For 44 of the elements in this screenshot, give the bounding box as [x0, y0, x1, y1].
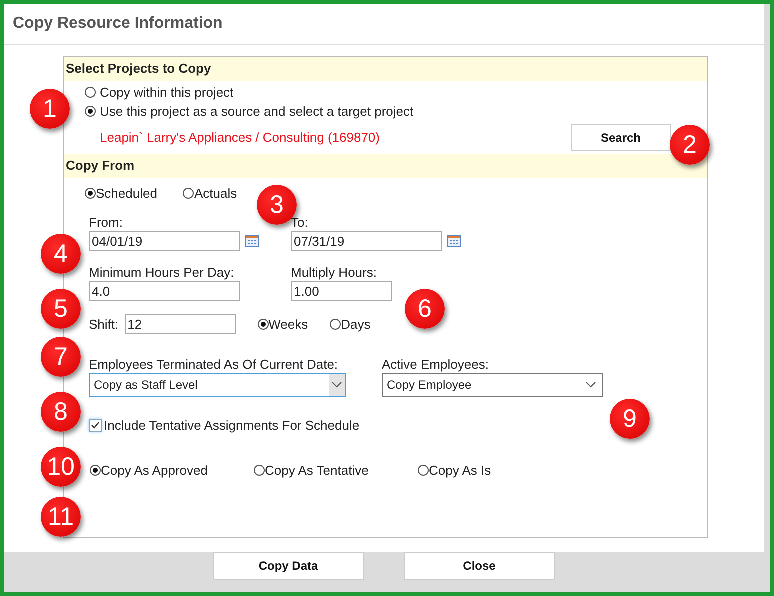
search-button[interactable]: Search — [571, 124, 671, 151]
radio-label: Copy As Approved — [101, 463, 208, 478]
field-label: Multiply Hours: — [291, 265, 378, 280]
radio-button[interactable] — [254, 465, 265, 476]
field-label: From: — [89, 215, 124, 230]
radio-label: Scheduled — [96, 186, 158, 201]
window-title: Copy Resource Information — [13, 15, 223, 33]
radio-label: Copy As Is — [429, 463, 492, 478]
hours-field[interactable]: 4.0 — [89, 281, 240, 301]
section-heading: Copy From — [64, 154, 707, 178]
radio-button[interactable] — [85, 188, 96, 199]
radio-label: Weeks — [268, 316, 308, 332]
radio-button[interactable] — [418, 465, 429, 476]
dialog-button[interactable]: Copy Data — [213, 552, 364, 580]
radio-label: Actuals — [194, 186, 238, 201]
radio-button[interactable] — [90, 465, 101, 476]
radio-button[interactable] — [85, 87, 96, 98]
checkbox[interactable] — [89, 419, 102, 432]
radio-label: Days — [341, 316, 371, 332]
radio-button[interactable] — [85, 106, 96, 117]
multiply-field[interactable]: 1.00 — [291, 281, 392, 301]
date-field[interactable]: 07/31/19 — [291, 231, 442, 251]
field-label: Minimum Hours Per Day: — [89, 265, 236, 280]
radio-label: Copy within this project — [100, 85, 234, 100]
field-label: Shift: — [89, 316, 119, 332]
section-heading: Select Projects to Copy — [64, 57, 707, 81]
target-project: Leapin` Larry's Appliances / Consulting (169870) — [100, 130, 380, 145]
calendar-icon[interactable] — [245, 235, 259, 247]
shift-field[interactable]: 12 — [124, 314, 236, 334]
terminated-dropdown[interactable]: Copy as Staff Level — [89, 373, 346, 397]
active-dropdown[interactable]: Copy Employee — [382, 373, 603, 397]
calendar-icon[interactable] — [447, 235, 461, 247]
field-label: Employees Terminated As Of Current Date: — [89, 357, 340, 372]
dialog-button[interactable]: Close — [404, 552, 555, 580]
chevron-down-icon — [332, 382, 342, 388]
checkbox-label: Include Tentative Assignments For Schedule — [104, 418, 360, 433]
radio-label: Copy As Tentative — [265, 463, 369, 478]
chevron-down-icon — [586, 382, 596, 388]
radio-label: Use this project as a source and select a target project — [100, 104, 414, 119]
radio-button[interactable] — [183, 188, 194, 199]
field-label: Active Employees: — [382, 357, 490, 372]
radio-button[interactable] — [258, 318, 269, 330]
date-field[interactable]: 04/01/19 — [89, 231, 240, 251]
radio-button[interactable] — [330, 318, 342, 330]
